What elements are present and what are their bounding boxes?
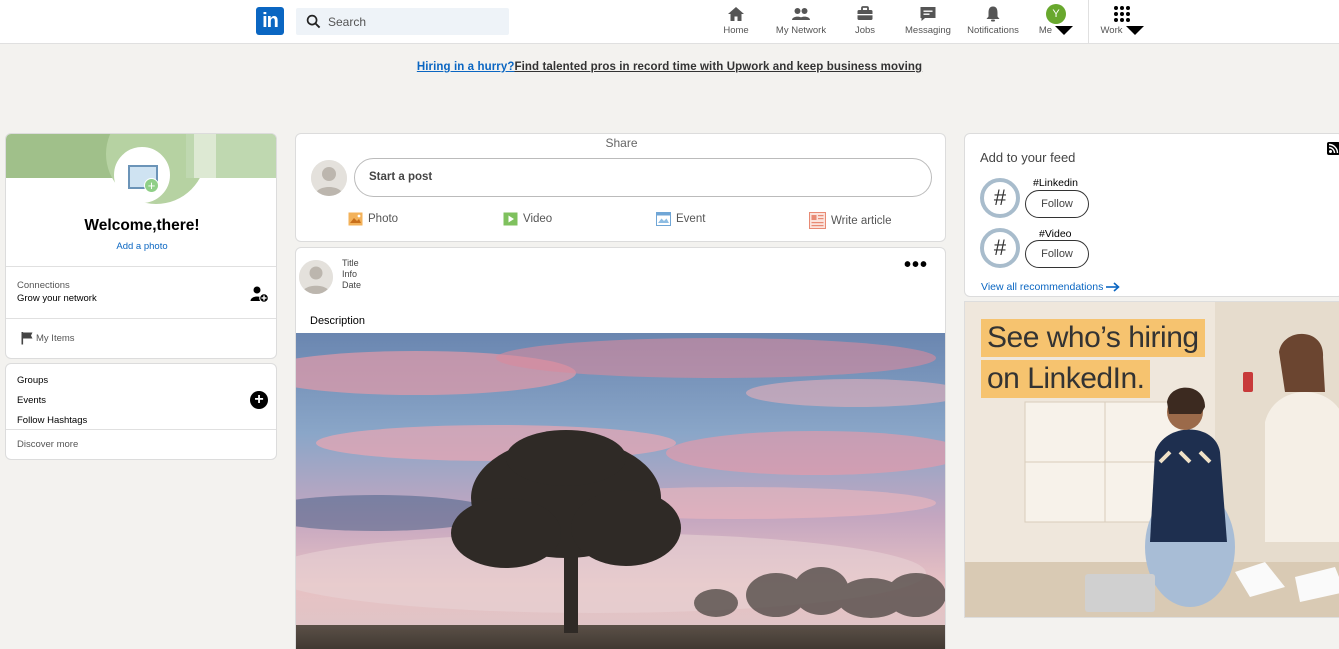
start-post-button[interactable]: Start a post: [354, 158, 932, 197]
photo-label: Photo: [368, 213, 399, 225]
nav-messaging[interactable]: Messaging: [903, 4, 953, 40]
chevron-down-icon: [1055, 25, 1074, 35]
add-photo-avatar[interactable]: +: [114, 147, 170, 203]
nav-notifications[interactable]: Notifications: [965, 4, 1021, 40]
nav-jobs-label: Jobs: [854, 25, 876, 36]
event-label: Event: [676, 213, 706, 225]
connections-label[interactable]: Connections: [17, 280, 70, 291]
promo-banner: Hiring in a hurry?Find talented pros in …: [0, 61, 1339, 73]
bell-icon: [986, 6, 1000, 22]
user-placeholder-icon: [311, 160, 347, 196]
photo-icon: [348, 212, 363, 226]
search-input[interactable]: [328, 8, 503, 35]
home-icon: [728, 7, 744, 21]
nav-my-network[interactable]: My Network: [772, 4, 830, 40]
post-description: Description: [310, 315, 366, 327]
post-image[interactable]: [296, 333, 945, 649]
promo-text[interactable]: Find talented pros in record time with U…: [515, 61, 923, 73]
feed-post: Title Info Date ••• Description: [295, 247, 946, 649]
more-options-icon[interactable]: •••: [904, 254, 928, 277]
view-all-recommendations-link[interactable]: View all recommendations: [981, 281, 1121, 293]
post-title[interactable]: Title: [342, 258, 359, 268]
hashtag-video[interactable]: #Video: [1039, 228, 1072, 240]
add-photo-link[interactable]: Add a photo: [6, 241, 276, 252]
nav-notifications-label: Notifications: [967, 25, 1019, 36]
nav-home[interactable]: Home: [721, 4, 751, 40]
welcome-heading: Welcome,there!: [84, 217, 200, 234]
jobs-icon: [857, 6, 873, 20]
post-date: Date: [342, 280, 362, 290]
hashtag-icon: #: [980, 228, 1020, 268]
add-to-feed-card: Add to your feed # #Linkedin Follow # #V…: [964, 133, 1339, 297]
divider: [6, 266, 276, 267]
post-info: Info: [342, 269, 358, 279]
ad-headline-line-1: See who’s hiring: [981, 319, 1205, 357]
my-items-link[interactable]: My Items: [36, 333, 75, 344]
grid-icon: [1114, 6, 1130, 22]
share-box: Share Start a post Photo Video Event Wri…: [295, 133, 946, 242]
divider: [6, 429, 276, 430]
view-all-label: View all recommendations: [981, 281, 1104, 293]
follow-button[interactable]: Follow: [1025, 190, 1089, 218]
groups-link[interactable]: Groups: [17, 375, 48, 386]
add-user-icon[interactable]: [249, 284, 269, 304]
avatar: Y: [1046, 4, 1066, 24]
divider: [6, 318, 276, 319]
avatar: [311, 160, 347, 196]
flag-icon: [21, 332, 33, 345]
grow-network-link[interactable]: Grow your network: [17, 293, 97, 304]
video-button[interactable]: Video: [503, 212, 552, 226]
arrow-right-icon: [1106, 282, 1121, 292]
event-button[interactable]: Event: [656, 212, 705, 226]
plus-icon: +: [144, 178, 159, 193]
article-icon: [809, 212, 826, 229]
nav-jobs[interactable]: Jobs: [850, 4, 880, 40]
hashtag-linkedin[interactable]: #Linkedin: [1033, 177, 1078, 189]
nav-divider: [1088, 0, 1089, 44]
chevron-down-icon: [1125, 25, 1144, 35]
tree-sunset-image: [296, 333, 945, 649]
hiring-ad[interactable]: See who’s hiring on LinkedIn.: [964, 301, 1339, 618]
share-title: Share: [605, 136, 638, 150]
search-icon: [306, 14, 321, 29]
nav-work-row: Work: [1099, 25, 1145, 36]
events-link[interactable]: Events: [17, 395, 46, 406]
search-box[interactable]: [296, 8, 509, 35]
add-event-button[interactable]: +: [250, 391, 268, 409]
discover-more-link[interactable]: Discover more: [17, 439, 78, 450]
hashtag-icon: #: [980, 178, 1020, 218]
messaging-icon: [920, 7, 936, 21]
nav-my-network-label: My Network: [775, 25, 827, 36]
groups-card: Groups Events Follow Hashtags + Discover…: [5, 363, 277, 460]
linkedin-logo[interactable]: in: [256, 7, 284, 35]
write-article-label: Write article: [831, 214, 892, 227]
profile-card: + Welcome,there! Add a photo Connections…: [5, 133, 277, 359]
video-icon: [503, 212, 518, 226]
follow-button[interactable]: Follow: [1025, 240, 1089, 268]
feed-title: Add to your feed: [980, 150, 1076, 165]
ad-headline-line-2: on LinkedIn.: [981, 360, 1151, 398]
nav-me-row: Me: [1038, 25, 1074, 36]
nav-messaging-label: Messaging: [905, 25, 951, 36]
top-nav-bar: in Home My Network Jobs: [0, 0, 1339, 44]
nav-work-label: Work: [1100, 25, 1123, 36]
rss-icon[interactable]: [1327, 142, 1339, 155]
user-placeholder-icon: [299, 260, 333, 294]
nav-me-label: Me: [1038, 25, 1053, 36]
nav-work[interactable]: Work: [1099, 4, 1145, 40]
promo-link[interactable]: Hiring in a hurry?: [417, 61, 515, 73]
photo-button[interactable]: Photo: [348, 212, 398, 226]
nav-me[interactable]: Y Me: [1038, 4, 1074, 40]
write-article-button[interactable]: Write article: [809, 212, 892, 229]
network-icon: [792, 8, 810, 20]
video-label: Video: [523, 213, 553, 225]
nav-home-label: Home: [723, 25, 749, 36]
follow-hashtags-link[interactable]: Follow Hashtags: [17, 415, 87, 426]
event-icon: [656, 212, 671, 226]
avatar[interactable]: [299, 260, 333, 294]
